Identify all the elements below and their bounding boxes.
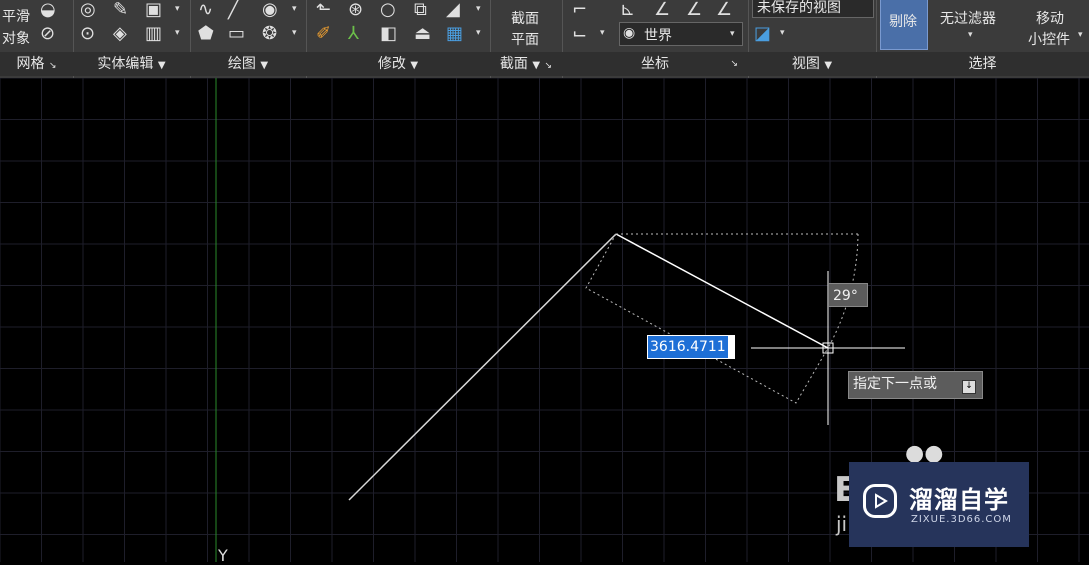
panel-label-view-text: 视图 bbox=[791, 56, 820, 72]
move-gizmo-caret-icon[interactable]: ▾ bbox=[1078, 30, 1083, 40]
panel-label-solid-edit[interactable]: 实体编辑 ▼ bbox=[73, 52, 190, 76]
panel-label-coordinates[interactable]: 坐标 ↘ bbox=[562, 52, 748, 76]
command-prompt-tooltip: 指定下一点或 ↓ bbox=[848, 371, 983, 399]
ucs-z-icon[interactable]: ∠ bbox=[716, 0, 732, 20]
panel-label-coordinates-text: 坐标 bbox=[641, 56, 669, 72]
filter-button[interactable]: 无过滤器 bbox=[940, 8, 996, 28]
mirror-icon[interactable]: ◧ bbox=[380, 24, 397, 44]
ucs-y-icon[interactable]: ∠ bbox=[686, 0, 702, 20]
mesh-refine-icon[interactable]: ◒ bbox=[40, 0, 56, 20]
remove-button-label: 剔除 bbox=[889, 14, 917, 30]
filter-caret-icon[interactable]: ▾ bbox=[968, 30, 973, 40]
watermark-title: 溜溜自学 bbox=[909, 486, 1009, 514]
view-dropdown[interactable]: 未保存的视图 bbox=[752, 0, 874, 18]
rotate-3d-icon[interactable]: ⊛ bbox=[348, 0, 363, 20]
ribbon: 平滑 对象 ◒ ⊘ ◎ ⊙ ✎ ◈ ▣ ▥ ▾ ▾ ∿ ╱ ◉ ⬟ ▭ ❂ ▾ … bbox=[0, 0, 1089, 78]
panel-label-draw[interactable]: 绘图 ▼ bbox=[190, 52, 306, 76]
spline-icon[interactable]: ∿ bbox=[198, 0, 213, 20]
separate-icon[interactable]: ▥ bbox=[145, 24, 162, 44]
dynamic-input-value: 3616.4711 bbox=[648, 336, 728, 358]
mesh-crease-icon[interactable]: ⊘ bbox=[40, 24, 55, 44]
rubber-band-line bbox=[615, 233, 829, 349]
panel-label-solid-edit-text: 实体编辑 bbox=[97, 56, 154, 72]
move-gizmo-line1[interactable]: 移动 bbox=[1036, 8, 1064, 28]
panel-label-modify-text: 修改 bbox=[377, 56, 406, 72]
polygon-icon[interactable]: ⬟ bbox=[198, 24, 214, 44]
draw-caret-icon[interactable]: ▾ bbox=[292, 4, 297, 14]
draw-caret-icon-2[interactable]: ▾ bbox=[292, 28, 297, 38]
panel-label-view[interactable]: 视图 ▼ bbox=[748, 52, 876, 76]
solid-edit-caret-icon-2[interactable]: ▾ bbox=[175, 28, 180, 38]
view-caret-icon[interactable]: ▾ bbox=[780, 28, 785, 38]
options-arrow-icon[interactable]: ↓ bbox=[962, 380, 976, 394]
play-logo-icon bbox=[863, 484, 897, 518]
align-icon[interactable]: ⅄ bbox=[348, 24, 359, 44]
copy-icon[interactable]: ⧉ bbox=[414, 0, 427, 20]
command-prompt-text: 指定下一点或 bbox=[853, 376, 937, 392]
chevron-down-icon: ▾ bbox=[730, 29, 735, 39]
paw-print-icon: ●● bbox=[905, 441, 944, 466]
modify-caret-icon[interactable]: ▾ bbox=[476, 4, 481, 14]
ucs-dropdown[interactable]: ◉ 世界 ▾ bbox=[619, 22, 743, 46]
angle-tooltip: 29° bbox=[828, 283, 868, 307]
extract-edges-icon[interactable]: ✎ bbox=[113, 0, 128, 20]
section-plane-label-2[interactable]: 平面 bbox=[511, 29, 539, 49]
smooth-object-button-line1[interactable]: 平滑 bbox=[2, 6, 30, 26]
offset-icon[interactable]: ○ bbox=[380, 0, 396, 20]
panel-label-section[interactable]: 截面 ▼ ↘ bbox=[490, 52, 562, 76]
ucs-x-icon[interactable]: ∠ bbox=[654, 0, 670, 20]
rectangle-icon[interactable]: ▭ bbox=[228, 24, 245, 44]
y-axis-label: Y bbox=[218, 546, 228, 565]
solid-edit-caret-icon[interactable]: ▾ bbox=[175, 4, 180, 14]
world-globe-icon: ◉ bbox=[623, 25, 636, 41]
extrude-faces-icon[interactable]: ▣ bbox=[145, 0, 162, 20]
watermark-badge: 溜溜自学 ZIXUE.3D66.COM bbox=[849, 462, 1029, 547]
background-letters-ji: ji bbox=[836, 512, 848, 536]
panel-label-modify[interactable]: 修改 ▼ bbox=[306, 52, 490, 76]
panel-label-section-text: 截面 bbox=[499, 56, 528, 72]
ucs-dropdown-value: 世界 bbox=[644, 28, 672, 44]
modify-caret-icon-2[interactable]: ▾ bbox=[476, 28, 481, 38]
imprint-icon[interactable]: ◈ bbox=[113, 24, 127, 44]
panel-label-mesh[interactable]: 网格 ↘ bbox=[0, 52, 73, 76]
panel-label-mesh-text: 网格 bbox=[16, 56, 45, 72]
view-dropdown-value: 未保存的视图 bbox=[757, 0, 841, 16]
section-plane-label-1[interactable]: 截面 bbox=[511, 8, 539, 28]
helix-icon[interactable]: ❂ bbox=[262, 24, 277, 44]
ucs-named-icon[interactable]: ⌙ bbox=[572, 24, 587, 44]
line-segment-1 bbox=[348, 233, 617, 501]
smooth-object-button-line2[interactable]: 对象 bbox=[2, 28, 30, 48]
remove-button[interactable]: 剔除 bbox=[880, 0, 928, 50]
stretch-icon[interactable]: ⏏ bbox=[414, 24, 431, 44]
move-gizmo-line2[interactable]: 小控件 bbox=[1028, 29, 1070, 49]
panel-label-draw-text: 绘图 bbox=[227, 56, 256, 72]
line-icon[interactable]: ╱ bbox=[228, 0, 239, 20]
panel-label-selection[interactable]: 选择 bbox=[876, 52, 1089, 76]
view-cube-icon[interactable]: ◪ bbox=[754, 24, 771, 44]
ucs-origin-icon[interactable]: ⊾ bbox=[620, 0, 635, 20]
circle-icon[interactable]: ◉ bbox=[262, 0, 278, 20]
array-icon[interactable]: ▦ bbox=[446, 24, 463, 44]
ribbon-panel-labels: 网格 ↘ 实体编辑 ▼ 绘图 ▼ 修改 ▼ 截面 ▼ ↘ 坐标 ↘ 视图 ▼ 选择 bbox=[0, 52, 1089, 76]
intersect-icon[interactable]: ⊙ bbox=[80, 24, 95, 44]
ucs-icon[interactable]: ⌐ bbox=[572, 0, 587, 20]
trim-icon[interactable]: ✐ bbox=[316, 24, 331, 44]
ucs-caret-icon[interactable]: ▾ bbox=[600, 28, 605, 38]
panel-label-selection-text: 选择 bbox=[968, 56, 997, 72]
dynamic-input-field[interactable]: 3616.4711 bbox=[647, 335, 735, 359]
fillet-icon[interactable]: ◢ bbox=[446, 0, 460, 20]
watermark-url: ZIXUE.3D66.COM bbox=[911, 514, 1012, 525]
union-icon[interactable]: ◎ bbox=[80, 0, 96, 20]
move-icon[interactable]: ⬑ bbox=[316, 0, 331, 20]
